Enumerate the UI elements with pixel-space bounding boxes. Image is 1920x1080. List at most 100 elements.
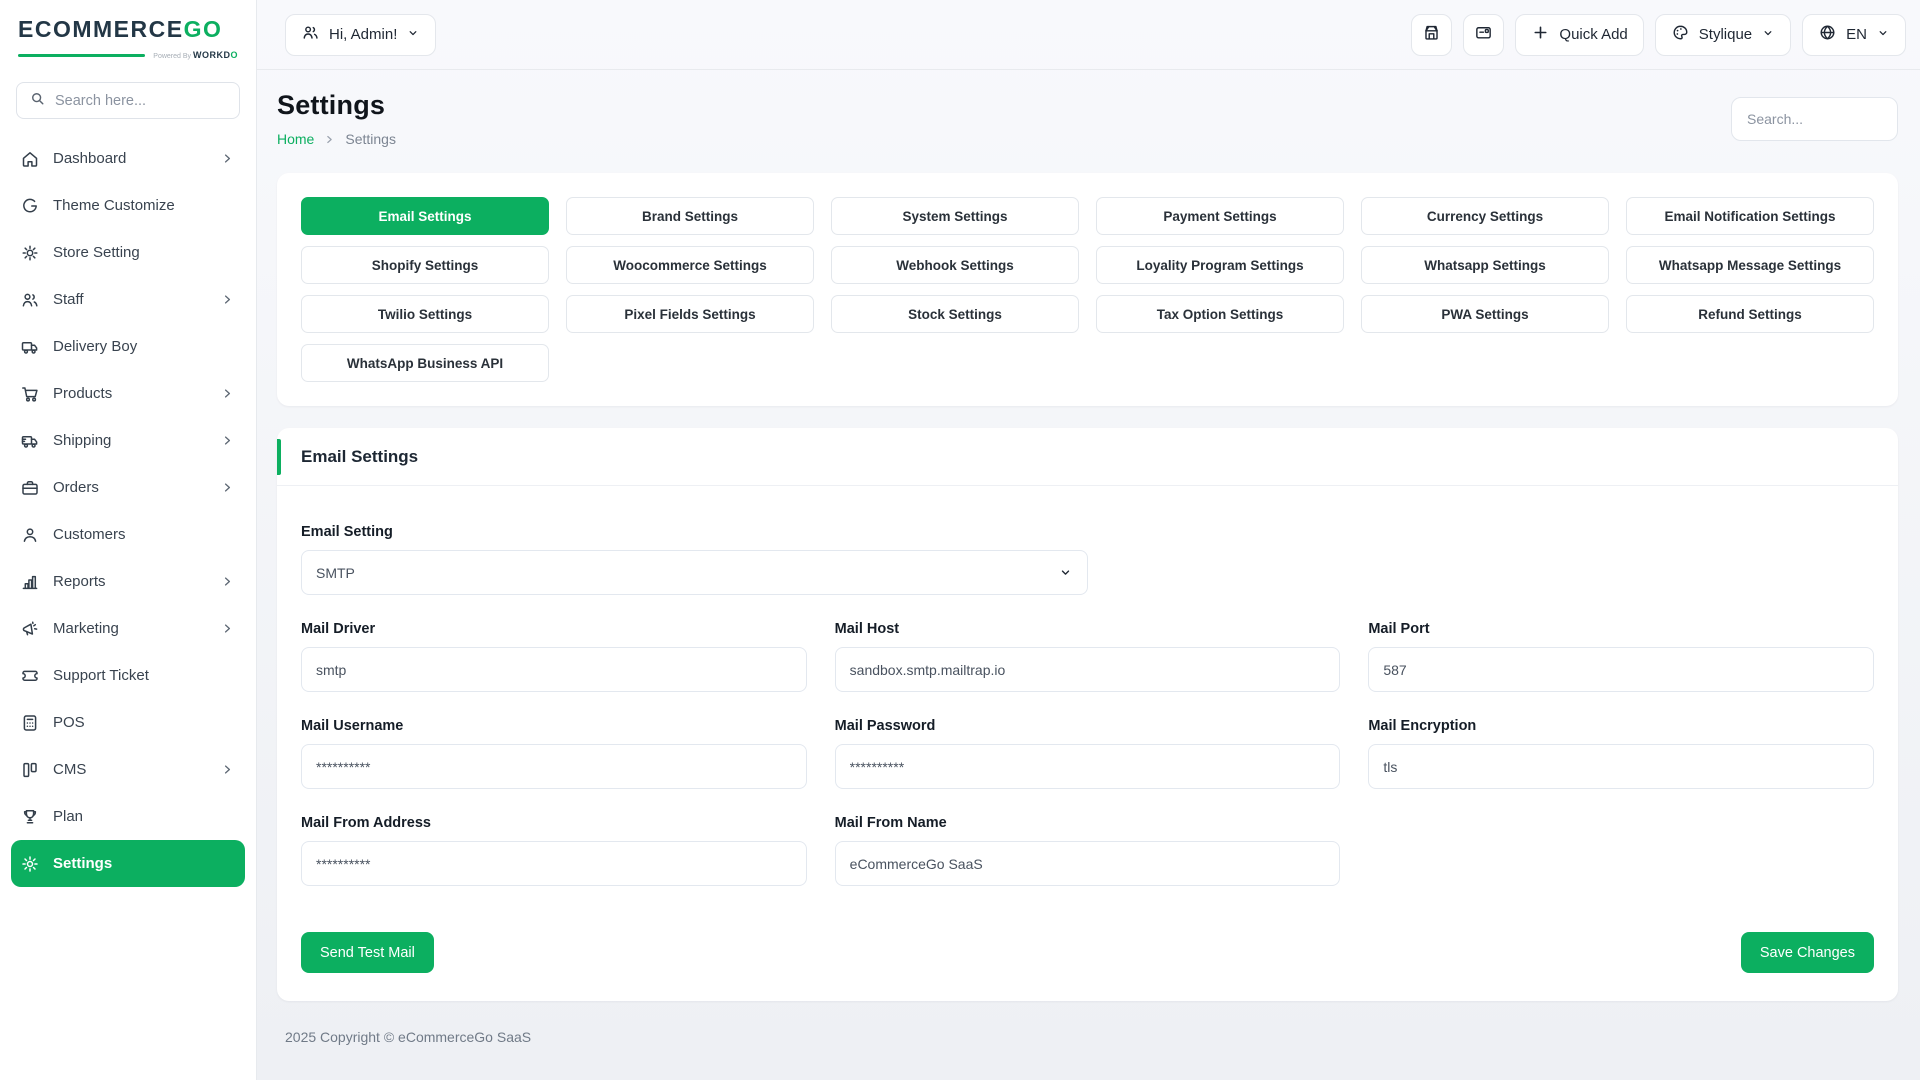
tab-pixel-fields-settings[interactable]: Pixel Fields Settings <box>566 295 814 333</box>
sidebar-item-marketing[interactable]: Marketing <box>11 605 245 652</box>
mail-host-input[interactable] <box>835 647 1341 692</box>
tab-stock-settings[interactable]: Stock Settings <box>831 295 1079 333</box>
sidebar-item-cms[interactable]: CMS <box>11 746 245 793</box>
sidebar-search <box>16 82 240 119</box>
sidebar-item-plan[interactable]: Plan <box>11 793 245 840</box>
sidebar-item-label: Products <box>53 385 207 402</box>
tab-twilio-settings[interactable]: Twilio Settings <box>301 295 549 333</box>
tab-label: Pixel Fields Settings <box>624 307 755 322</box>
theme-switcher-button[interactable]: Stylique <box>1655 14 1791 56</box>
sidebar-item-label: Support Ticket <box>53 667 207 684</box>
mail-password-input[interactable] <box>835 744 1341 789</box>
tab-woocommerce-settings[interactable]: Woocommerce Settings <box>566 246 814 284</box>
pos-icon <box>20 713 40 733</box>
sidebar-item-reports[interactable]: Reports <box>11 558 245 605</box>
chevron-right-icon <box>220 433 235 448</box>
email-settings-form: Email Setting SMTP Mail Driver <box>277 486 1898 1001</box>
logo-underline <box>18 54 145 57</box>
settings-tabs-grid: Email Settings Brand Settings System Set… <box>301 197 1874 382</box>
tab-email-notification-settings[interactable]: Email Notification Settings <box>1626 197 1874 235</box>
email-setting-label: Email Setting <box>301 524 1088 540</box>
mail-button[interactable] <box>1463 14 1504 56</box>
sidebar-item-dashboard[interactable]: Dashboard <box>11 135 245 182</box>
mail-driver-input[interactable] <box>301 647 807 692</box>
page-search-input[interactable] <box>1731 97 1898 141</box>
admin-profile-button[interactable]: Hi, Admin! <box>285 14 436 56</box>
mail-from-name-input[interactable] <box>835 841 1341 886</box>
tab-system-settings[interactable]: System Settings <box>831 197 1079 235</box>
tab-whatsapp-business-api[interactable]: WhatsApp Business API <box>301 344 549 382</box>
mail-icon <box>1474 23 1493 46</box>
mail-fields-grid: Mail Driver Mail Host Mail Port Ma <box>301 621 1874 886</box>
tab-whatsapp-message-settings[interactable]: Whatsapp Message Settings <box>1626 246 1874 284</box>
mail-driver-field: Mail Driver <box>301 621 807 692</box>
mail-password-field: Mail Password <box>835 718 1341 789</box>
chevron-right-icon <box>220 480 235 495</box>
mail-driver-label: Mail Driver <box>301 621 807 637</box>
quick-add-button[interactable]: Quick Add <box>1515 14 1643 56</box>
chevron-down-icon <box>1058 565 1073 580</box>
mail-from-address-input[interactable] <box>301 841 807 886</box>
cms-icon <box>20 760 40 780</box>
shipping-truck-icon <box>20 431 40 451</box>
sidebar-item-label: Shipping <box>53 432 207 449</box>
tab-loyality-program-settings[interactable]: Loyality Program Settings <box>1096 246 1344 284</box>
storefront-button[interactable] <box>1411 14 1452 56</box>
email-setting-value: SMTP <box>316 565 355 581</box>
sidebar-item-staff[interactable]: Staff <box>11 276 245 323</box>
mail-from-name-label: Mail From Name <box>835 815 1341 831</box>
logo-text-primary: ECOMMERCE <box>18 16 184 43</box>
mail-username-label: Mail Username <box>301 718 807 734</box>
mail-from-address-label: Mail From Address <box>301 815 807 831</box>
sidebar-item-settings[interactable]: Settings <box>11 840 245 887</box>
save-changes-button[interactable]: Save Changes <box>1741 932 1874 973</box>
tab-brand-settings[interactable]: Brand Settings <box>566 197 814 235</box>
sidebar-item-delivery-boy[interactable]: Delivery Boy <box>11 323 245 370</box>
sidebar-item-label: Orders <box>53 479 207 496</box>
mail-port-input[interactable] <box>1368 647 1874 692</box>
sidebar-item-shipping[interactable]: Shipping <box>11 417 245 464</box>
tab-webhook-settings[interactable]: Webhook Settings <box>831 246 1079 284</box>
topbar-actions: Quick Add Stylique EN <box>1411 14 1906 56</box>
tab-tax-option-settings[interactable]: Tax Option Settings <box>1096 295 1344 333</box>
sidebar-item-pos[interactable]: POS <box>11 699 245 746</box>
sidebar-item-label: Delivery Boy <box>53 338 207 355</box>
sidebar-item-orders[interactable]: Orders <box>11 464 245 511</box>
tab-currency-settings[interactable]: Currency Settings <box>1361 197 1609 235</box>
main-area: Hi, Admin! <box>257 0 1920 1080</box>
tab-payment-settings[interactable]: Payment Settings <box>1096 197 1344 235</box>
email-settings-card-header: Email Settings <box>277 428 1898 486</box>
sidebar-item-label: CMS <box>53 761 207 778</box>
sidebar-item-customers[interactable]: Customers <box>11 511 245 558</box>
user-icon <box>20 525 40 545</box>
sidebar-item-products[interactable]: Products <box>11 370 245 417</box>
sidebar-item-label: Customers <box>53 526 207 543</box>
mail-username-input[interactable] <box>301 744 807 789</box>
sidebar-item-support-ticket[interactable]: Support Ticket <box>11 652 245 699</box>
email-setting-select[interactable]: SMTP <box>301 550 1088 595</box>
tab-label: PWA Settings <box>1441 307 1528 322</box>
chevron-down-icon <box>406 26 420 44</box>
sidebar-item-store-setting[interactable]: Store Setting <box>11 229 245 276</box>
language-button[interactable]: EN <box>1802 14 1906 56</box>
email-setting-field: Email Setting SMTP <box>301 524 1088 595</box>
search-icon <box>29 90 46 112</box>
tab-refund-settings[interactable]: Refund Settings <box>1626 295 1874 333</box>
sidebar-item-theme-customize[interactable]: Theme Customize <box>11 182 245 229</box>
send-test-mail-button[interactable]: Send Test Mail <box>301 932 434 973</box>
tab-label: Twilio Settings <box>378 307 472 322</box>
mail-username-field: Mail Username <box>301 718 807 789</box>
admin-greeting: Hi, Admin! <box>329 26 397 43</box>
sidebar-search-input[interactable] <box>55 93 227 109</box>
tab-shopify-settings[interactable]: Shopify Settings <box>301 246 549 284</box>
tab-pwa-settings[interactable]: PWA Settings <box>1361 295 1609 333</box>
tab-label: Woocommerce Settings <box>613 258 767 273</box>
tab-whatsapp-settings[interactable]: Whatsapp Settings <box>1361 246 1609 284</box>
card-accent-bar <box>277 439 281 475</box>
mail-encryption-label: Mail Encryption <box>1368 718 1874 734</box>
gear-icon <box>20 854 40 874</box>
tab-email-settings[interactable]: Email Settings <box>301 197 549 235</box>
breadcrumb-home-link[interactable]: Home <box>277 131 314 147</box>
sidebar-item-label: POS <box>53 714 207 731</box>
mail-encryption-input[interactable] <box>1368 744 1874 789</box>
